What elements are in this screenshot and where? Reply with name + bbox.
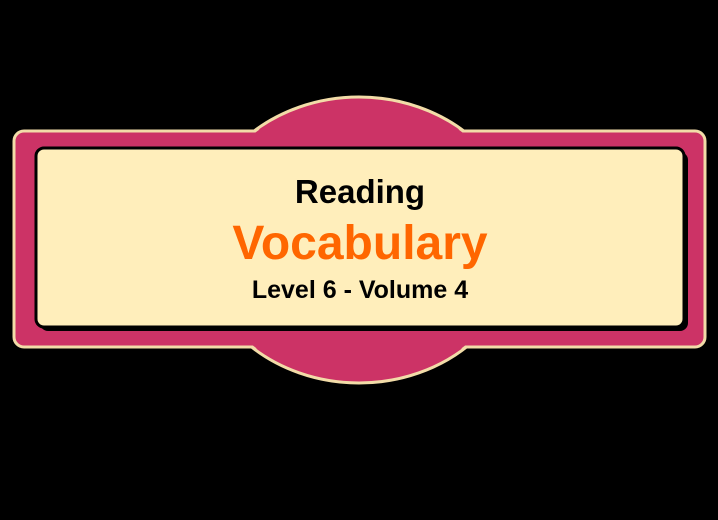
banner-panel: Reading Vocabulary Level 6 - Volume 4 (36, 148, 684, 328)
heading-reading: Reading (294, 173, 426, 210)
level-volume-label: Level 6 - Volume 4 (251, 276, 469, 304)
heading-vocabulary: Vocabulary (232, 217, 488, 270)
title-slide: Reading Vocabulary Level 6 - Volume 4 (0, 0, 718, 520)
